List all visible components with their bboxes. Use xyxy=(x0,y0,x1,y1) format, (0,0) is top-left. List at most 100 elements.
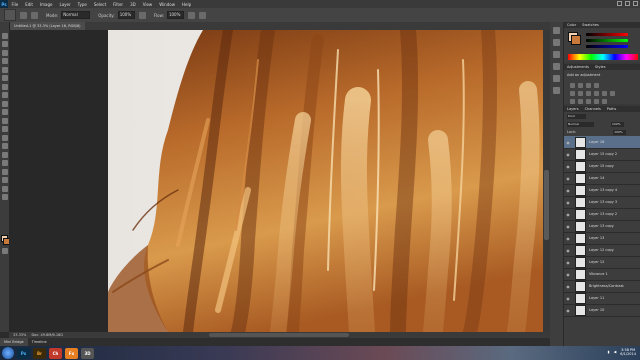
vertical-scrollbar[interactable] xyxy=(543,30,550,332)
zoom-tool-icon[interactable] xyxy=(1,194,8,200)
horizontal-scrollbar[interactable] xyxy=(209,333,349,337)
photo-filter-icon[interactable] xyxy=(602,91,607,96)
tab-adjustments[interactable]: Adjustments xyxy=(567,64,589,70)
quick-mask-icon[interactable] xyxy=(1,248,8,254)
black-white-icon[interactable] xyxy=(594,91,599,96)
menu-image[interactable]: Image xyxy=(36,2,56,7)
brightness-contrast-icon[interactable] xyxy=(570,83,575,88)
crop-tool-icon[interactable] xyxy=(1,66,8,73)
healing-brush-tool-icon[interactable] xyxy=(1,83,8,90)
visibility-eye-icon[interactable]: ◉ xyxy=(565,308,571,313)
visibility-eye-icon[interactable]: ◉ xyxy=(565,224,571,229)
menu-view[interactable]: View xyxy=(139,2,156,7)
panel-background-swatch[interactable] xyxy=(571,35,581,45)
minimize-icon[interactable] xyxy=(617,1,622,6)
menu-type[interactable]: Type xyxy=(74,2,90,7)
menu-3d[interactable]: 3D xyxy=(127,2,140,7)
tab-timeline[interactable]: Timeline xyxy=(28,338,51,346)
layer-row[interactable]: ◉ Layer 10 xyxy=(564,304,640,317)
scrollbar-thumb[interactable] xyxy=(544,170,549,240)
visibility-eye-icon[interactable]: ◉ xyxy=(565,212,571,217)
tab-channels[interactable]: Channels xyxy=(585,106,601,112)
taskbar-bridge[interactable]: Br xyxy=(33,347,46,359)
menu-help[interactable]: Help xyxy=(178,2,194,7)
dodge-tool-icon[interactable] xyxy=(1,143,8,149)
quick-select-tool-icon[interactable] xyxy=(1,58,8,64)
kind-filter-select[interactable]: Kind xyxy=(567,113,586,119)
move-tool-icon[interactable] xyxy=(1,32,8,39)
eyedropper-tool-icon[interactable] xyxy=(1,75,8,81)
selective-color-icon[interactable] xyxy=(602,99,607,104)
brush-tool-icon[interactable] xyxy=(1,92,8,98)
flow-input[interactable]: 100% xyxy=(166,11,184,19)
visibility-eye-icon[interactable]: ◉ xyxy=(565,176,571,181)
pressure-opacity-icon[interactable] xyxy=(138,11,146,19)
visibility-eye-icon[interactable]: ◉ xyxy=(565,200,571,205)
visibility-eye-icon[interactable]: ◉ xyxy=(565,248,571,253)
visibility-eye-icon[interactable]: ◉ xyxy=(565,272,571,277)
taskbar-firefox[interactable]: Fx xyxy=(65,347,78,359)
visibility-eye-icon[interactable]: ◉ xyxy=(565,188,571,193)
close-icon[interactable] xyxy=(633,1,638,6)
history-brush-tool-icon[interactable] xyxy=(1,109,8,115)
menu-select[interactable]: Select xyxy=(90,2,109,7)
levels-icon[interactable] xyxy=(578,83,583,88)
visibility-eye-icon[interactable]: ◉ xyxy=(565,140,571,145)
exposure-icon[interactable] xyxy=(594,83,599,88)
visibility-eye-icon[interactable]: ◉ xyxy=(565,152,571,157)
channel-mixer-icon[interactable] xyxy=(610,91,615,96)
pen-tool-icon[interactable] xyxy=(1,151,8,158)
gradient-tool-icon[interactable] xyxy=(1,126,8,132)
document-canvas[interactable] xyxy=(108,30,550,332)
clone-stamp-tool-icon[interactable] xyxy=(1,100,8,107)
brush-panel-icon[interactable] xyxy=(31,11,38,19)
visibility-eye-icon[interactable]: ◉ xyxy=(565,284,571,289)
character-icon[interactable] xyxy=(553,75,560,82)
green-slider[interactable] xyxy=(586,39,628,42)
eraser-tool-icon[interactable] xyxy=(1,117,8,124)
volume-icon[interactable]: ◀ xyxy=(614,350,617,354)
tab-paths[interactable]: Paths xyxy=(607,106,617,112)
lasso-tool-icon[interactable] xyxy=(1,49,8,56)
path-select-tool-icon[interactable] xyxy=(1,168,8,175)
hue-saturation-icon[interactable] xyxy=(578,91,583,96)
hand-tool-icon[interactable] xyxy=(1,185,8,192)
taskbar-chrome[interactable]: Ch xyxy=(49,347,62,359)
brush-presets-icon[interactable] xyxy=(553,63,560,70)
brush-size-icon[interactable] xyxy=(20,11,27,19)
shape-tool-icon[interactable] xyxy=(1,177,8,183)
opacity-input[interactable]: 100% xyxy=(117,11,135,19)
color-balance-icon[interactable] xyxy=(586,91,591,96)
pressure-size-icon[interactable] xyxy=(198,11,206,19)
blend-mode-select[interactable]: Normal xyxy=(567,121,594,127)
red-slider[interactable] xyxy=(586,33,628,36)
airbrush-icon[interactable] xyxy=(187,11,195,19)
visibility-eye-icon[interactable]: ◉ xyxy=(565,260,571,265)
threshold-icon[interactable] xyxy=(586,99,591,104)
tab-mini-bridge[interactable]: Mini Bridge xyxy=(0,338,28,346)
visibility-eye-icon[interactable]: ◉ xyxy=(565,296,571,301)
tab-styles[interactable]: Styles xyxy=(595,64,606,70)
tab-swatches[interactable]: Swatches xyxy=(582,22,599,28)
vibrance-icon[interactable] xyxy=(570,91,575,96)
brush-preset-icon[interactable] xyxy=(4,9,16,21)
taskbar-3d-app[interactable]: 3D xyxy=(81,347,94,359)
fill-input[interactable]: 100% xyxy=(613,129,627,135)
tab-layers[interactable]: Layers xyxy=(567,106,579,112)
clock[interactable]: 3:58 PM 6/1/2014 xyxy=(620,348,636,356)
type-tool-icon[interactable] xyxy=(1,160,8,166)
menu-filter[interactable]: Filter xyxy=(110,2,127,7)
blue-slider[interactable] xyxy=(586,45,628,48)
marquee-tool-icon[interactable] xyxy=(1,41,8,47)
mode-select[interactable]: Normal xyxy=(61,11,91,19)
paragraph-icon[interactable] xyxy=(553,87,560,94)
menu-edit[interactable]: Edit xyxy=(22,2,37,7)
posterize-icon[interactable] xyxy=(578,99,583,104)
layer-opacity-input[interactable]: 100% xyxy=(611,121,624,127)
menu-layer[interactable]: Layer xyxy=(56,2,74,7)
visibility-eye-icon[interactable]: ◉ xyxy=(565,236,571,241)
gradient-map-icon[interactable] xyxy=(594,99,599,104)
history-icon[interactable] xyxy=(553,27,560,34)
network-icon[interactable]: ▮ xyxy=(608,350,610,354)
document-tab[interactable]: Untitled-1 @ 33.3% (Layer 16, RGB/8) xyxy=(10,22,85,30)
